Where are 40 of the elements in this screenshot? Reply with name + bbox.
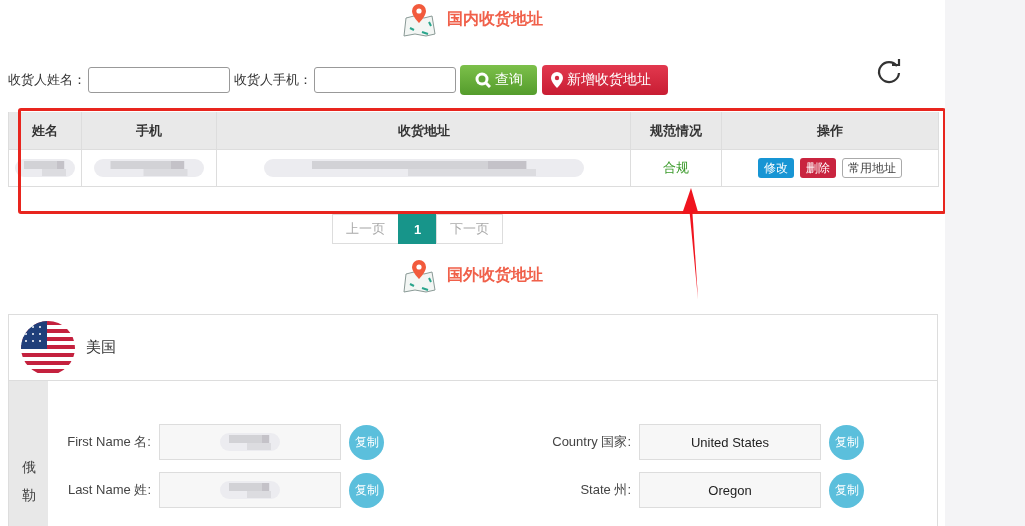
region-name: 俄勒	[21, 458, 36, 505]
search-button[interactable]: 查询	[460, 65, 537, 95]
copy-button[interactable]: 复制	[829, 424, 864, 460]
value-field[interactable]	[159, 472, 341, 508]
location-pin-icon	[551, 72, 563, 88]
blurred-text	[15, 157, 75, 179]
column-header: 规范情况	[631, 112, 722, 150]
copy-button[interactable]: 复制	[349, 472, 384, 508]
column-header: 姓名	[9, 112, 82, 150]
value-field[interactable]: Oregon	[639, 472, 821, 508]
section-title: 国外收货地址	[447, 264, 543, 286]
value-field[interactable]	[159, 424, 341, 460]
field-label: 收货人姓名：	[8, 71, 86, 89]
blurred-text	[220, 431, 280, 453]
column-header: 操作	[722, 112, 939, 150]
country-name: 美国	[86, 338, 116, 357]
flag-icon	[21, 320, 75, 375]
field-label: First Name 名:	[66, 433, 151, 451]
add-address-button[interactable]: 新增收货地址	[542, 65, 668, 95]
status-text: 合规	[663, 159, 689, 177]
field-label: 收货人手机：	[234, 71, 312, 89]
phone-field[interactable]	[314, 67, 456, 93]
value-field[interactable]: United States	[639, 424, 821, 460]
delete-button[interactable]: 删除	[800, 158, 836, 178]
column-header: 收货地址	[217, 112, 631, 150]
map-pin-icon	[402, 257, 436, 293]
page-button[interactable]: 1	[398, 214, 437, 244]
field-label: Last Name 姓:	[66, 481, 151, 499]
edit-button[interactable]: 修改	[758, 158, 794, 178]
column-header: 手机	[82, 112, 217, 150]
section-title: 国内收货地址	[447, 8, 543, 30]
copy-button[interactable]: 复制	[829, 472, 864, 508]
field-label: State 州:	[579, 481, 631, 499]
name-field[interactable]	[88, 67, 230, 93]
search-icon	[474, 72, 491, 88]
blurred-text	[220, 479, 280, 501]
refresh-icon[interactable]	[875, 58, 903, 86]
field-label: Country 国家:	[551, 433, 631, 451]
default-address-button[interactable]: 常用地址	[842, 158, 902, 178]
copy-button[interactable]: 复制	[349, 424, 384, 460]
